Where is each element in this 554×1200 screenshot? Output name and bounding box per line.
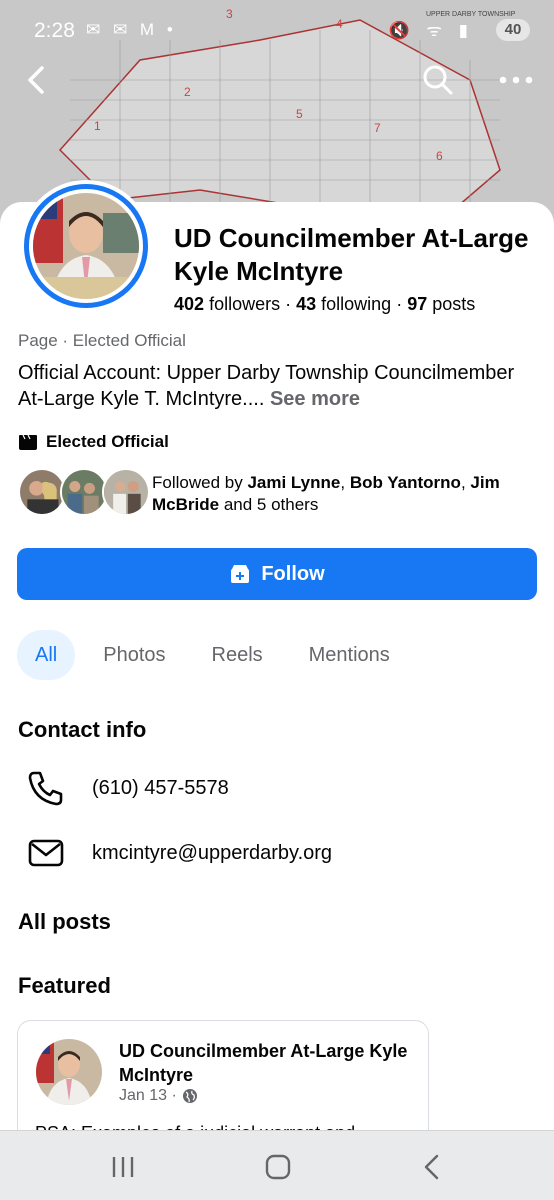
- profile-photo: [33, 193, 139, 299]
- followers-count[interactable]: 402: [174, 294, 204, 314]
- featured-heading: Featured: [18, 973, 111, 998]
- mutual-followers-avatars[interactable]: [18, 468, 150, 516]
- svg-text:2: 2: [184, 85, 191, 99]
- post-date: Jan 13 ·: [119, 1087, 177, 1104]
- all-posts-heading: All posts: [18, 909, 111, 934]
- follower-name[interactable]: Jami Lynne: [247, 473, 340, 492]
- svg-text:7: 7: [374, 121, 381, 135]
- follow-button[interactable]: Follow: [17, 548, 537, 600]
- contact-phone-row[interactable]: (610) 457-5578: [26, 768, 229, 808]
- nav-back-icon[interactable]: [415, 1149, 451, 1185]
- posts-count: 97: [407, 294, 428, 314]
- tab-mentions[interactable]: Mentions: [291, 630, 408, 680]
- post-author-avatar[interactable]: [36, 1039, 102, 1105]
- svg-text:5: 5: [296, 107, 303, 121]
- elected-official-badge: Elected Official: [18, 432, 169, 452]
- contact-info-heading: Contact info: [18, 717, 147, 742]
- bio-text: Official Account: Upper Darby Township C…: [18, 362, 515, 410]
- posts-label: posts: [432, 294, 476, 314]
- badge-label: Elected Official: [46, 432, 169, 451]
- back-arrow-icon[interactable]: [22, 62, 52, 98]
- tab-reels[interactable]: Reels: [194, 630, 281, 680]
- followers-label[interactable]: followers: [209, 294, 280, 314]
- followed-by-suffix: and 5 others: [223, 495, 319, 514]
- separator-dot: ·: [396, 294, 408, 314]
- following-label[interactable]: following: [321, 294, 391, 314]
- follower-avatar: [102, 468, 150, 516]
- page-title: UD Councilmember At-Large Kyle McIntyre: [174, 223, 529, 286]
- clapperboard-icon: [19, 434, 37, 450]
- status-bar: 2:28 ✉ ✉ M • 🔇 ᯤ ▮ 40: [0, 0, 554, 60]
- tab-photos[interactable]: Photos: [85, 630, 183, 680]
- email-address: kmcintyre@upperdarby.org: [92, 841, 333, 864]
- page-category: Page · Elected Official: [18, 331, 186, 350]
- post-author-name[interactable]: UD Councilmember At-Large Kyle McIntyre: [119, 1039, 409, 1087]
- followed-by-prefix: Followed by: [152, 473, 243, 492]
- recent-apps-icon[interactable]: [105, 1149, 141, 1185]
- post-meta: Jan 13 ·: [119, 1087, 198, 1105]
- phone-icon: [28, 771, 63, 806]
- following-count[interactable]: 43: [296, 294, 316, 314]
- profile-stats: 402 followers · 43 following · 97 posts: [174, 294, 475, 315]
- more-options-icon[interactable]: [498, 68, 534, 92]
- tab-all[interactable]: All: [17, 630, 76, 680]
- see-more-link[interactable]: See more: [270, 388, 360, 410]
- status-time: 2:28: [34, 19, 75, 42]
- svg-text:6: 6: [436, 149, 443, 163]
- follower-avatar: [60, 468, 108, 516]
- system-nav-bar: [0, 1130, 554, 1200]
- svg-text:1: 1: [94, 119, 101, 133]
- battery-indicator: 40: [496, 19, 530, 41]
- globe-icon: [182, 1089, 197, 1103]
- follow-page-icon: [231, 565, 250, 583]
- system-icons: 🔇 ᯤ ▮: [388, 21, 474, 40]
- separator-dot: ·: [285, 294, 297, 314]
- email-icon: [28, 839, 64, 867]
- follower-name[interactable]: Bob Yantorno: [350, 473, 461, 492]
- profile-avatar[interactable]: [20, 180, 152, 312]
- follower-avatar: [18, 468, 66, 516]
- search-icon[interactable]: [422, 64, 454, 96]
- home-icon[interactable]: [260, 1149, 296, 1185]
- followed-by-text[interactable]: Followed by Jami Lynne, Bob Yantorno, Ji…: [152, 472, 542, 516]
- contact-email-row[interactable]: kmcintyre@upperdarby.org: [26, 833, 332, 873]
- page-bio: Official Account: Upper Darby Township C…: [18, 360, 544, 412]
- follow-button-label: Follow: [261, 562, 325, 585]
- notification-icons: ✉ ✉ M •: [86, 20, 177, 39]
- phone-number: (610) 457-5578: [92, 776, 229, 799]
- profile-tabs: All Photos Reels Mentions: [17, 630, 418, 680]
